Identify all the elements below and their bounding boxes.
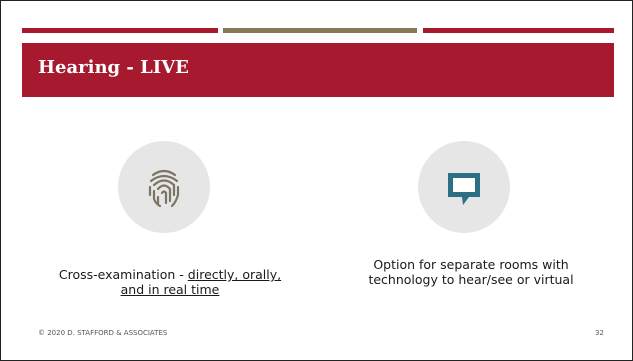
slide-title: Hearing - LIVE (38, 57, 189, 78)
caption-prefix: Cross-examination - (58, 267, 188, 282)
caption-underlined-1: directly, orally, (187, 267, 282, 282)
page-number: 32 (595, 329, 604, 337)
fingerprint-icon-circle (118, 141, 210, 233)
caption-underlined-2: and in real time (120, 282, 220, 297)
top-divider-middle (223, 28, 417, 33)
fingerprint-icon (148, 169, 180, 208)
slide: Hearing - LIVE Cross-examination - direc… (0, 0, 633, 361)
speech-bubble-icon-circle (418, 141, 510, 233)
caption-cross-examination: Cross-examination - directly, orally, an… (25, 267, 315, 297)
caption-separate-rooms: Option for separate rooms with technolog… (321, 257, 621, 287)
title-band: Hearing - LIVE (22, 43, 614, 97)
caption-line-2: technology to hear/see or virtual (368, 272, 574, 287)
caption-line-1: Option for separate rooms with (373, 257, 569, 272)
footer-copyright: © 2020 D. STAFFORD & ASSOCIATES (38, 329, 168, 337)
speech-bubble-icon (448, 173, 480, 205)
top-divider-right (423, 28, 614, 33)
top-divider-left (22, 28, 218, 33)
